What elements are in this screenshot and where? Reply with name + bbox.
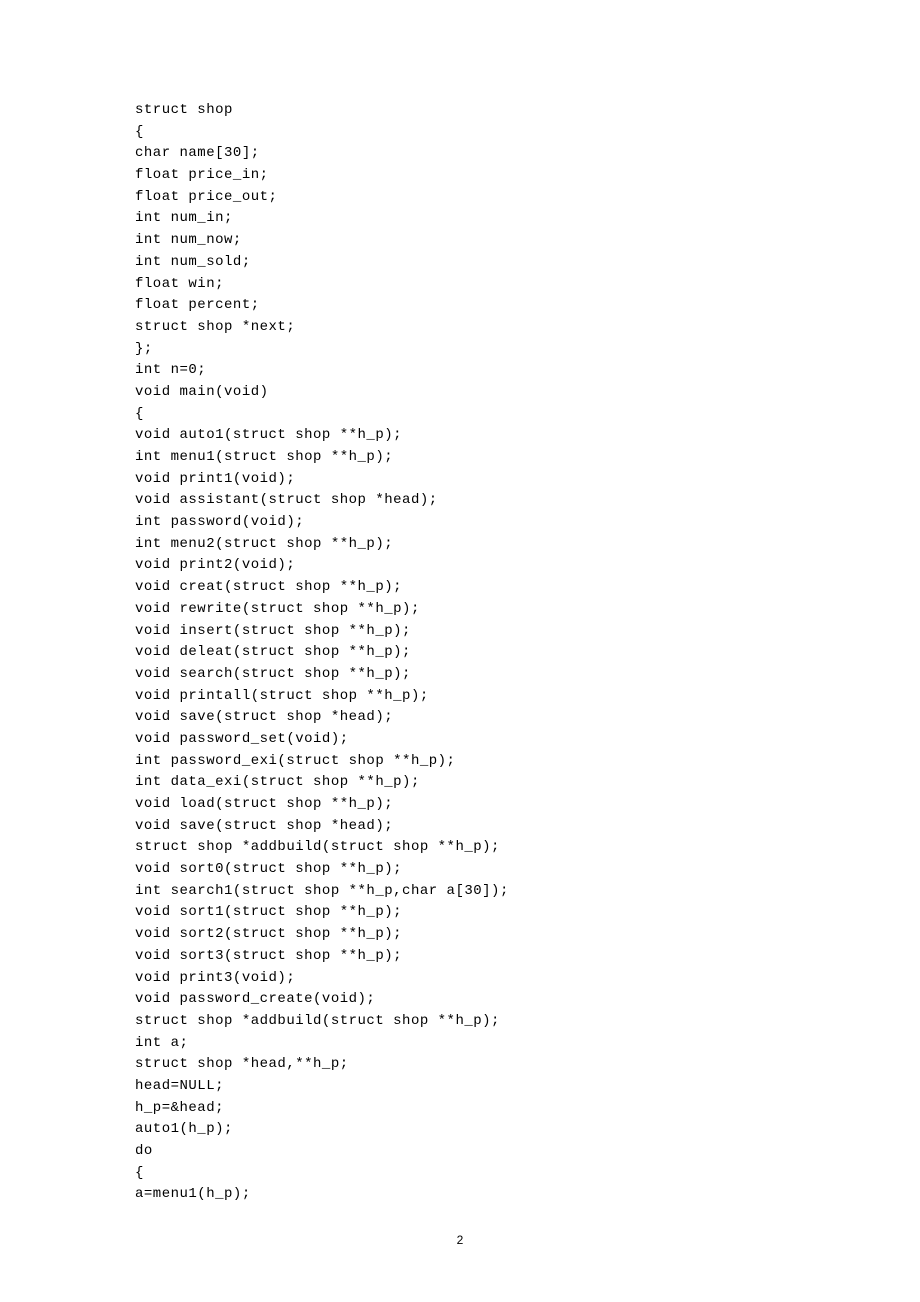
code-line: void search(struct shop **h_p); [135,664,920,686]
code-line: float win; [135,274,920,296]
code-line: struct shop [135,100,920,122]
code-block: struct shop{char name[30];float price_in… [135,100,920,1206]
code-line: char name[30]; [135,143,920,165]
code-line: void save(struct shop *head); [135,816,920,838]
code-line: head=NULL; [135,1076,920,1098]
code-line: int num_in; [135,208,920,230]
code-line: void insert(struct shop **h_p); [135,621,920,643]
code-line: int password_exi(struct shop **h_p); [135,751,920,773]
code-line: { [135,404,920,426]
code-line: int num_sold; [135,252,920,274]
code-line: void print1(void); [135,469,920,491]
code-line: int num_now; [135,230,920,252]
page-number: 2 [0,1231,920,1250]
document-page: struct shop{char name[30];float price_in… [0,0,920,1302]
code-line: do [135,1141,920,1163]
code-line: { [135,122,920,144]
code-line: void printall(struct shop **h_p); [135,686,920,708]
code-line: }; [135,339,920,361]
code-line: float price_out; [135,187,920,209]
code-line: int menu2(struct shop **h_p); [135,534,920,556]
code-line: void deleat(struct shop **h_p); [135,642,920,664]
code-line: struct shop *head,**h_p; [135,1054,920,1076]
code-line: void sort1(struct shop **h_p); [135,902,920,924]
code-line: int a; [135,1033,920,1055]
code-line: int menu1(struct shop **h_p); [135,447,920,469]
code-line: void auto1(struct shop **h_p); [135,425,920,447]
code-line: void load(struct shop **h_p); [135,794,920,816]
code-line: a=menu1(h_p); [135,1184,920,1206]
code-line: h_p=&head; [135,1098,920,1120]
code-line: void sort3(struct shop **h_p); [135,946,920,968]
code-line: void print2(void); [135,555,920,577]
code-line: struct shop *addbuild(struct shop **h_p)… [135,1011,920,1033]
code-line: void password_create(void); [135,989,920,1011]
code-line: int n=0; [135,360,920,382]
code-line: void rewrite(struct shop **h_p); [135,599,920,621]
code-line: void main(void) [135,382,920,404]
code-line: struct shop *addbuild(struct shop **h_p)… [135,837,920,859]
code-line: void sort2(struct shop **h_p); [135,924,920,946]
code-line: float percent; [135,295,920,317]
code-line: void assistant(struct shop *head); [135,490,920,512]
code-line: { [135,1163,920,1185]
code-line: struct shop *next; [135,317,920,339]
code-line: void save(struct shop *head); [135,707,920,729]
code-line: auto1(h_p); [135,1119,920,1141]
code-line: float price_in; [135,165,920,187]
code-line: void sort0(struct shop **h_p); [135,859,920,881]
code-line: void password_set(void); [135,729,920,751]
code-line: void print3(void); [135,968,920,990]
code-line: int password(void); [135,512,920,534]
code-line: void creat(struct shop **h_p); [135,577,920,599]
code-line: int search1(struct shop **h_p,char a[30]… [135,881,920,903]
code-line: int data_exi(struct shop **h_p); [135,772,920,794]
